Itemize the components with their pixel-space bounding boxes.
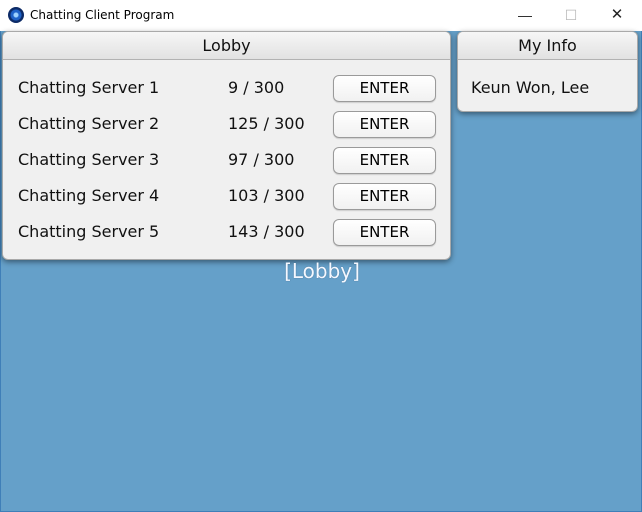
- enter-server-2-button[interactable]: ENTER: [333, 111, 436, 138]
- server-user-count: 125 / 300: [228, 114, 305, 133]
- minimize-button[interactable]: —: [502, 0, 548, 31]
- enter-server-1-button[interactable]: ENTER: [333, 75, 436, 102]
- server-name: Chatting Server 3: [18, 150, 160, 169]
- title-bar: Chatting Client Program — ☐ ✕: [0, 0, 642, 31]
- server-row: Chatting Server 3 97 / 300 ENTER: [3, 144, 450, 180]
- server-name: Chatting Server 2: [18, 114, 160, 133]
- server-user-count: 103 / 300: [228, 186, 305, 205]
- server-row: Chatting Server 4 103 / 300 ENTER: [3, 180, 450, 216]
- client-area: Lobby Chatting Server 1 9 / 300 ENTER Ch…: [0, 31, 642, 512]
- user-name: Keun Won, Lee: [471, 78, 590, 97]
- server-row: Chatting Server 1 9 / 300 ENTER: [3, 72, 450, 108]
- lobby-panel: Lobby Chatting Server 1 9 / 300 ENTER Ch…: [2, 31, 451, 260]
- server-user-count: 97 / 300: [228, 150, 295, 169]
- my-info-header: My Info: [458, 32, 637, 60]
- server-user-count: 143 / 300: [228, 222, 305, 241]
- close-button[interactable]: ✕: [594, 0, 640, 31]
- server-user-count: 9 / 300: [228, 78, 285, 97]
- scene-label: [Lobby]: [284, 259, 360, 283]
- server-name: Chatting Server 4: [18, 186, 160, 205]
- enter-server-3-button[interactable]: ENTER: [333, 147, 436, 174]
- enter-server-5-button[interactable]: ENTER: [333, 219, 436, 246]
- window-title: Chatting Client Program: [30, 8, 175, 22]
- server-name: Chatting Server 1: [18, 78, 160, 97]
- server-row: Chatting Server 5 143 / 300 ENTER: [3, 216, 450, 252]
- maximize-button[interactable]: ☐: [548, 0, 594, 31]
- server-row: Chatting Server 2 125 / 300 ENTER: [3, 108, 450, 144]
- my-info-panel: My Info Keun Won, Lee: [457, 31, 638, 112]
- lobby-header: Lobby: [3, 32, 450, 60]
- enter-server-4-button[interactable]: ENTER: [333, 183, 436, 210]
- server-name: Chatting Server 5: [18, 222, 160, 241]
- app-orb-icon: [8, 7, 24, 23]
